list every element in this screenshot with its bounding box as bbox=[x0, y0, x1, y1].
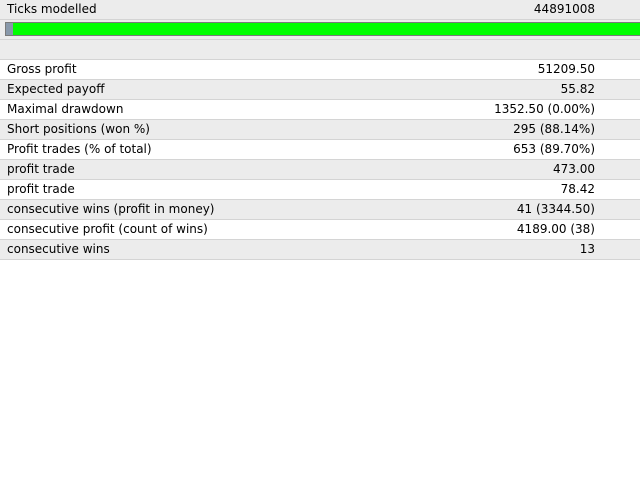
tester-report: Ticks modelled 44891008 Gross profit 512… bbox=[0, 0, 640, 260]
stat-row-expected-payoff: Expected payoff 55.82 bbox=[0, 80, 640, 100]
stat-label: consecutive wins bbox=[7, 242, 110, 256]
stat-value: 653 (89.70%) bbox=[513, 142, 595, 156]
stat-row-profit-trades: Profit trades (% of total) 653 (89.70%) bbox=[0, 140, 640, 160]
stat-label: Gross profit bbox=[7, 62, 77, 76]
stat-value: 51209.50 bbox=[537, 62, 595, 76]
stat-label: Maximal drawdown bbox=[7, 102, 124, 116]
stat-label: profit trade bbox=[7, 182, 75, 196]
stat-label: Short positions (won %) bbox=[7, 122, 150, 136]
stat-value: 55.82 bbox=[560, 82, 595, 96]
stat-label: consecutive profit (count of wins) bbox=[7, 222, 208, 236]
stat-value: 1352.50 (0.00%) bbox=[494, 102, 595, 116]
stat-row-maximal-drawdown: Maximal drawdown 1352.50 (0.00%) bbox=[0, 100, 640, 120]
modelling-quality-row bbox=[0, 20, 640, 40]
stat-label: consecutive wins (profit in money) bbox=[7, 202, 215, 216]
ticks-modelled-label: Ticks modelled bbox=[7, 2, 97, 16]
stat-value: 13 bbox=[579, 242, 595, 256]
stat-row-consecutive-wins-money: consecutive wins (profit in money) 41 (3… bbox=[0, 200, 640, 220]
stat-label: Expected payoff bbox=[7, 82, 105, 96]
progress-bar-fill bbox=[13, 23, 640, 35]
stat-value: 295 (88.14%) bbox=[513, 122, 595, 136]
stat-row-consecutive-profit-count: consecutive profit (count of wins) 4189.… bbox=[0, 220, 640, 240]
ticks-modelled-value: 44891008 bbox=[533, 2, 595, 16]
stat-label: Profit trades (% of total) bbox=[7, 142, 152, 156]
separator-row bbox=[0, 40, 640, 60]
progress-bar-cap bbox=[6, 23, 13, 35]
stat-value: 4189.00 (38) bbox=[516, 222, 595, 236]
modelling-quality-bar bbox=[5, 22, 640, 36]
stat-row-profit-trade-average: profit trade 78.42 bbox=[0, 180, 640, 200]
stat-value: 78.42 bbox=[560, 182, 595, 196]
ticks-modelled-row: Ticks modelled 44891008 bbox=[0, 0, 640, 20]
stat-row-consecutive-wins-average: consecutive wins 13 bbox=[0, 240, 640, 260]
stat-row-gross-profit: Gross profit 51209.50 bbox=[0, 60, 640, 80]
stat-value: 41 (3344.50) bbox=[516, 202, 595, 216]
stat-value: 473.00 bbox=[553, 162, 595, 176]
stat-row-short-positions: Short positions (won %) 295 (88.14%) bbox=[0, 120, 640, 140]
stat-row-profit-trade-largest: profit trade 473.00 bbox=[0, 160, 640, 180]
stat-label: profit trade bbox=[7, 162, 75, 176]
